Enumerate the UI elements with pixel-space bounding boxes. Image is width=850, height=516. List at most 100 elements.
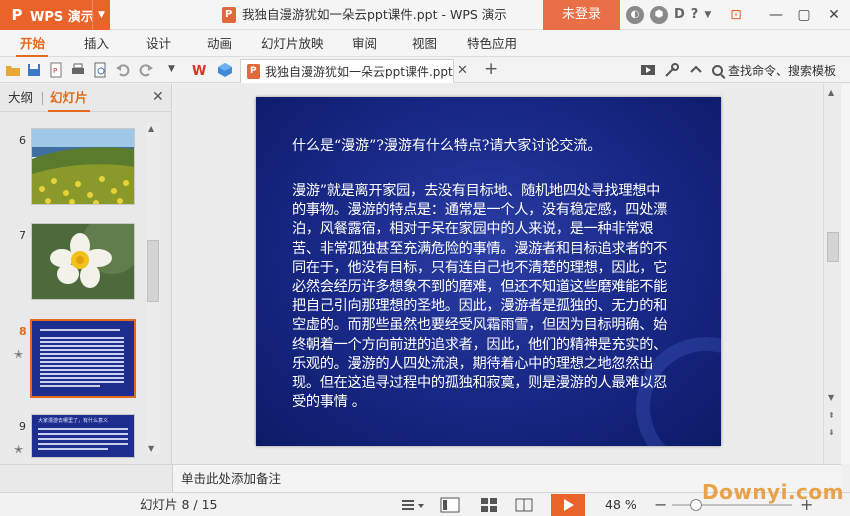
watermark-logo: Downyi.com [702, 480, 844, 504]
slide-question[interactable]: 什么是“漫游”?漫游有什么特点?请大家讨论交流。 [292, 135, 692, 155]
help-icon[interactable]: ? [691, 6, 699, 24]
slide-8[interactable]: 什么是“漫游”?漫游有什么特点?请大家讨论交流。 漫游”就是离开家园，去没有目标… [256, 97, 721, 446]
chevron-down-icon[interactable]: ▼ [92, 0, 110, 30]
svg-text:W: W [192, 64, 206, 78]
slide-thumbnail-6[interactable] [31, 128, 135, 205]
tab-divider [42, 92, 43, 105]
minimize-icon[interactable]: — [762, 0, 790, 30]
play-slideshow-button[interactable] [551, 494, 585, 516]
star-icon: ✭ [14, 443, 24, 456]
scroll-up-icon[interactable]: ▲ [148, 124, 154, 133]
slide-thumbnail-8[interactable] [30, 319, 136, 398]
tab-insert[interactable]: 插入 [84, 30, 109, 57]
print-preview-icon[interactable] [92, 62, 108, 78]
tab-animation[interactable]: 动画 [207, 30, 232, 57]
slide-9-caption: 大家漫游去哪里了，有什么意义 [38, 418, 109, 424]
next-slide-icon[interactable]: ⇟ [828, 428, 835, 437]
star-icon: ✭ [14, 348, 24, 361]
tab-slides[interactable]: 幻灯片 [50, 84, 88, 112]
slide-8-preview [32, 321, 134, 396]
login-button[interactable]: 未登录 [543, 0, 620, 30]
scroll-down-icon[interactable]: ▼ [148, 444, 154, 453]
notes-spacer [0, 464, 173, 492]
window-edge [841, 84, 850, 464]
print-icon[interactable] [70, 62, 86, 78]
title-icon-group: ◐ ⬢ D ? ▼ [626, 0, 715, 30]
slide-9-preview [38, 428, 128, 450]
doc-d-icon[interactable]: D [674, 6, 685, 24]
tab-view[interactable]: 视图 [412, 30, 437, 57]
undo-icon[interactable] [115, 62, 131, 78]
zoom-out-icon[interactable]: − [654, 493, 667, 516]
slide-6-image [32, 129, 134, 204]
slide-number: 8 [19, 325, 27, 338]
chevron-down-icon[interactable]: ▼ [704, 6, 711, 24]
slide-7-image [32, 224, 134, 299]
svg-text:P: P [53, 67, 57, 75]
close-panel-icon[interactable]: ✕ [152, 89, 164, 105]
slide-panel-tabs: 大纲 幻灯片 ✕ [0, 84, 172, 112]
document-tab-label: 我独自漫游犹如一朵云ppt课件.ppt [265, 65, 453, 79]
normal-view-icon[interactable] [440, 497, 460, 513]
scroll-thumb[interactable] [827, 232, 839, 262]
ribbon-tabs: 开始 插入 设计 动画 幻灯片放映 审阅 视图 特色应用 [0, 30, 850, 57]
skin-icon[interactable]: ◐ [626, 6, 644, 24]
wps-menu-button[interactable]: P WPS 演示 ▼ [0, 0, 110, 30]
ppt-file-icon [222, 7, 236, 23]
search-command[interactable]: 查找命令、搜索模板 [712, 62, 836, 79]
window-title: 我独自漫游犹如一朵云ppt课件.ppt - WPS 演示 [222, 0, 507, 30]
active-tab-indicator [48, 110, 90, 112]
export-pdf-icon[interactable]: P [48, 62, 64, 78]
slide-sorter-icon[interactable] [480, 497, 498, 513]
slide-number: 7 [19, 229, 26, 242]
close-icon[interactable]: ✕ [820, 0, 848, 30]
slide-canvas: 什么是“漫游”?漫游有什么特点?请大家讨论交流。 漫游”就是离开家园，去没有目标… [173, 84, 823, 464]
slide-number: 9 [19, 420, 26, 433]
cube-icon[interactable] [217, 62, 233, 78]
search-icon [712, 65, 723, 76]
slide-panel-scrollbar[interactable]: ▲ ▼ [146, 122, 160, 454]
download-icon[interactable]: ⊡ [722, 0, 750, 30]
window-title-text: 我独自漫游犹如一朵云ppt课件.ppt - WPS 演示 [242, 7, 507, 22]
notes-placeholder: 单击此处添加备注 [181, 471, 282, 486]
scroll-thumb[interactable] [147, 240, 159, 302]
ppt-file-icon [247, 64, 260, 79]
maximize-icon[interactable]: ▢ [790, 0, 818, 30]
tools-icon[interactable] [664, 62, 680, 78]
slide-thumbnail-9[interactable]: 大家漫游去哪里了，有什么意义 [31, 414, 135, 458]
slide-number: 6 [19, 134, 26, 147]
wps-logo-icon: P [11, 6, 23, 24]
search-command-label: 查找命令、搜索模板 [728, 64, 837, 78]
slide-thumbnail-7[interactable] [31, 223, 135, 300]
reading-view-icon[interactable] [515, 497, 533, 513]
title-bar: P WPS 演示 ▼ 我独自漫游犹如一朵云ppt课件.ppt - WPS 演示 … [0, 0, 850, 30]
new-tab-icon[interactable]: + [484, 60, 498, 78]
tab-slideshow[interactable]: 幻灯片放映 [261, 30, 324, 57]
zoom-level[interactable]: 48 % [605, 493, 637, 516]
scroll-down-icon[interactable]: ▼ [828, 393, 834, 402]
redo-icon[interactable] [138, 62, 154, 78]
slide-indicator: 幻灯片 8 / 15 [140, 497, 218, 512]
tab-special[interactable]: 特色应用 [467, 30, 517, 57]
vertical-scrollbar[interactable]: ▲ ▼ ⇞ ⇟ [823, 84, 841, 464]
video-icon[interactable] [640, 62, 656, 78]
settings-hex-icon[interactable]: ⬢ [650, 6, 668, 24]
close-tab-icon[interactable]: ✕ [457, 63, 473, 78]
previous-slide-icon[interactable]: ⇞ [828, 411, 835, 420]
collapse-ribbon-icon[interactable] [688, 62, 704, 78]
tab-review[interactable]: 审阅 [352, 30, 377, 57]
tab-design[interactable]: 设计 [146, 30, 171, 57]
wps-w-icon[interactable]: W [192, 62, 208, 78]
zoom-slider-knob[interactable] [690, 499, 702, 511]
scroll-up-icon[interactable]: ▲ [828, 88, 834, 97]
open-folder-icon[interactable] [5, 62, 21, 78]
tab-start[interactable]: 开始 [20, 30, 45, 57]
app-name: WPS 演示 [30, 9, 94, 25]
notes-view-icon[interactable] [400, 497, 426, 513]
chevron-down-icon[interactable]: ▼ [168, 64, 184, 80]
save-icon[interactable] [26, 62, 42, 78]
quick-toolbar: P ▼ W 我独自漫游犹如一朵云ppt课件.ppt ✕ + 查找命令、搜索模板 [0, 57, 850, 83]
document-tab[interactable]: 我独自漫游犹如一朵云ppt课件.ppt ✕ [240, 59, 468, 83]
tab-outline[interactable]: 大纲 [8, 84, 33, 112]
slide-body-text[interactable]: 漫游”就是离开家园，去没有目标地、随机地四处寻找理想中的事物。漫游的特点是：通常… [292, 182, 672, 412]
